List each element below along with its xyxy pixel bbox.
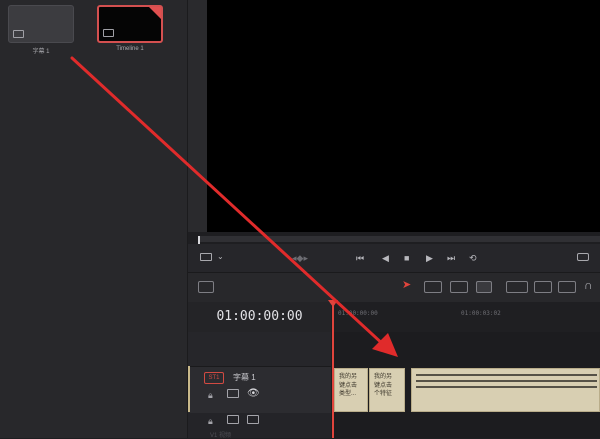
- transport-bar: ⌄ ◂◆▸ ⏮ ◀ ■ ▶ ⏭ ⟲: [188, 244, 600, 272]
- subtitle-track-badge[interactable]: ST1: [204, 372, 224, 384]
- subtitle-clip-line: 个特征: [374, 391, 393, 397]
- trim-tool-icon[interactable]: [424, 281, 442, 293]
- ruler-label-mid: 01:00:03:02: [461, 310, 501, 317]
- viewer-mode-chevron-icon[interactable]: ⌄: [217, 252, 224, 262]
- playhead-line[interactable]: [332, 302, 334, 438]
- subtitle-clip-line: 键点击: [339, 382, 358, 389]
- next-track-toggle-icon[interactable]: [227, 415, 239, 424]
- subtitle-clip-bar: [416, 380, 597, 382]
- stop-icon[interactable]: ■: [404, 253, 409, 263]
- insert-clip-icon[interactable]: [506, 281, 528, 293]
- subtitle-track-name[interactable]: 字幕 1: [233, 372, 256, 383]
- step-back-icon[interactable]: ◀: [382, 253, 389, 263]
- subtitle-clip-label: 字幕 1: [32, 49, 50, 55]
- timeline-clip-icon: [103, 29, 114, 37]
- playhead-nav-icon[interactable]: ◂◆▸: [292, 253, 308, 263]
- subtitle-clip[interactable]: 我的另 键点击 个特征: [369, 368, 405, 412]
- subtitle-clip[interactable]: 我的另 键点击 类型...: [334, 368, 368, 412]
- blade-tool-icon[interactable]: [476, 281, 492, 293]
- subtitle-clip-icon: [13, 30, 24, 38]
- timecode-display[interactable]: 01:00:00:00: [188, 309, 331, 324]
- timeline-selected-corner: [149, 7, 161, 19]
- subtitle-clip-text: 我的另 键点击 个特征: [374, 373, 400, 399]
- timeline-clip-thumbnail[interactable]: [97, 5, 163, 43]
- eye-icon[interactable]: 👁︎: [247, 389, 260, 399]
- subtitle-track-color-bar: [188, 366, 190, 412]
- next-track-lock-icon[interactable]: 🔒︎: [208, 416, 213, 426]
- play-icon[interactable]: ▶: [426, 253, 433, 263]
- subtitle-clip-bar: [416, 386, 597, 388]
- timeline-toolbar: ➤ ∩: [188, 272, 600, 304]
- subtitle-clip-line: 我的另: [339, 374, 358, 380]
- media-pool-panel: 字幕 1 Timeline 1: [0, 0, 188, 438]
- next-track-monitor-icon[interactable]: [247, 415, 259, 424]
- loop-icon[interactable]: ⟲: [469, 253, 477, 263]
- ruler-label-start: 01:00:00:00: [338, 310, 378, 317]
- dynamic-trim-icon[interactable]: [450, 281, 468, 293]
- subtitle-clip-line: 我的另: [374, 374, 393, 380]
- subtitle-clip-line: 类型...: [339, 391, 357, 397]
- fullscreen-icon[interactable]: [577, 253, 589, 261]
- timeline-clip-label: Timeline 1: [116, 46, 144, 52]
- subtitle-clip-text: 我的另 键点击 类型...: [339, 373, 365, 399]
- viewer-scrubber[interactable]: [198, 236, 600, 242]
- subtitle-clip-long[interactable]: [411, 368, 600, 412]
- scrubber-handle[interactable]: [198, 236, 200, 244]
- subtitle-clip-thumbnail[interactable]: [8, 5, 74, 43]
- playhead-marker[interactable]: [328, 300, 338, 307]
- timeline-view-options-icon[interactable]: [198, 281, 214, 293]
- jump-to-start-icon[interactable]: ⏮: [356, 253, 364, 263]
- selection-tool-icon[interactable]: ➤: [402, 280, 411, 291]
- snapping-icon[interactable]: ∩: [584, 279, 593, 291]
- viewer-screen[interactable]: [207, 0, 600, 232]
- jump-to-end-icon[interactable]: ⏭: [447, 253, 455, 263]
- subtitle-clip-bar: [416, 374, 597, 376]
- replace-clip-icon[interactable]: [558, 281, 576, 293]
- caption-toggle-icon[interactable]: [227, 389, 239, 398]
- subtitle-clip-line: 键点击: [374, 382, 393, 389]
- lock-icon[interactable]: 🔒︎: [208, 390, 213, 400]
- timeline-ruler[interactable]: [333, 302, 600, 333]
- viewer-mode-icon[interactable]: [200, 253, 212, 261]
- overwrite-clip-icon[interactable]: [534, 281, 552, 293]
